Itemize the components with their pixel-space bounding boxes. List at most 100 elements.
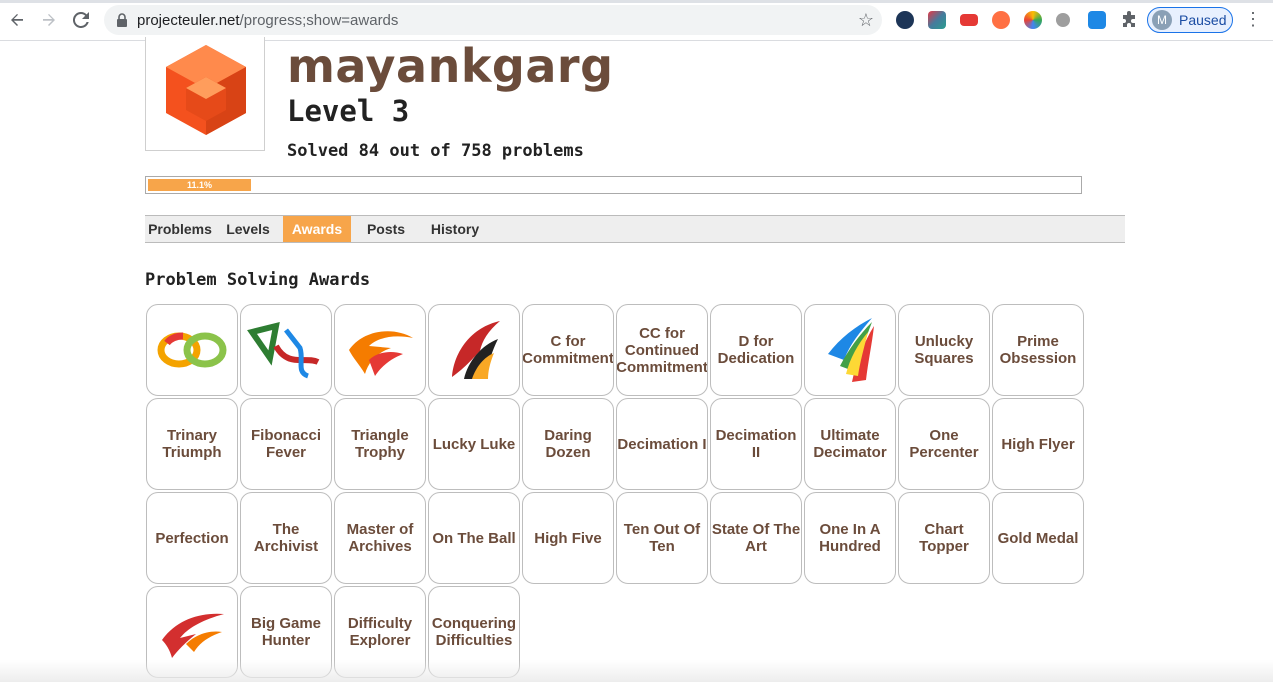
reload-icon: [73, 12, 89, 28]
award-label: High Five: [534, 529, 602, 547]
award-high-five[interactable]: High Five: [522, 492, 614, 584]
award-label: Daring Dozen: [544, 427, 592, 461]
award-label: Fibonacci Fever: [250, 427, 321, 461]
award-label: Big Game Hunter: [250, 615, 322, 649]
award-the-archivist[interactable]: The Archivist: [240, 492, 332, 584]
award-one-in-a-hundred[interactable]: One In A Hundred: [804, 492, 896, 584]
award-ultimate-decimator[interactable]: Ultimate Decimator: [804, 398, 896, 490]
username: mayankgarg: [287, 39, 614, 93]
lock-icon: [117, 13, 127, 27]
red-flame-swoosh-icon: [156, 604, 228, 660]
profile-button[interactable]: M Paused: [1147, 7, 1233, 33]
award-label: Triangle Trophy: [351, 427, 409, 461]
extension-blue-icon[interactable]: [1088, 11, 1106, 29]
award-gold-medal[interactable]: Gold Medal: [992, 492, 1084, 584]
award-label: D for Dedication: [717, 333, 795, 367]
award-high-flyer[interactable]: High Flyer: [992, 398, 1084, 490]
award-decimation-i[interactable]: Decimation I: [616, 398, 708, 490]
award-label: Chart Topper: [919, 521, 969, 555]
tab-levels[interactable]: Levels: [221, 216, 275, 242]
progress-bar: 11.1%: [145, 176, 1082, 194]
browser-menu-icon[interactable]: ⋮: [1244, 9, 1262, 30]
back-button[interactable]: [5, 8, 29, 32]
award-label: CC for Continued Commitment: [616, 324, 708, 376]
award-label: Trinary Triumph: [162, 427, 222, 461]
award-lucky-luke[interactable]: Lucky Luke: [428, 398, 520, 490]
award-label: One Percenter: [909, 427, 979, 461]
profile-status: Paused: [1179, 12, 1227, 28]
progress-percent: 11.1%: [186, 180, 213, 190]
extensions-puzzle-icon[interactable]: [1120, 11, 1138, 29]
extension-gray-icon[interactable]: [1056, 13, 1070, 27]
award-label: C for Commitment: [522, 333, 614, 367]
award-decimation-ii[interactable]: Decimation II: [710, 398, 802, 490]
ribbon-swirl-icon: [246, 318, 326, 382]
award-c-for-commitment[interactable]: C for Commitment: [522, 304, 614, 396]
award-chart-topper[interactable]: Chart Topper: [898, 492, 990, 584]
extension-drive-icon[interactable]: [1024, 11, 1042, 29]
tab-posts[interactable]: Posts: [359, 216, 413, 242]
award-label: State Of The Art: [711, 521, 801, 555]
award-one-percenter[interactable]: One Percenter: [898, 398, 990, 490]
level-label: Level 3: [287, 94, 410, 128]
award-label: Master of Archives: [346, 521, 414, 555]
extension-colorful-icon[interactable]: [928, 11, 946, 29]
award-label: On The Ball: [432, 529, 516, 547]
award-ten-out-of-ten[interactable]: Ten Out Of Ten: [616, 492, 708, 584]
award-trinary-triumph[interactable]: Trinary Triumph: [146, 398, 238, 490]
award-master-of-archives[interactable]: Master of Archives: [334, 492, 426, 584]
euler-cube-logo-icon: [166, 45, 246, 135]
award-label: The Archivist: [253, 521, 319, 555]
award-label: Unlucky Squares: [914, 333, 974, 367]
profile-tabs: Problems Levels Awards Posts History: [145, 215, 1125, 243]
red-orange-wing-icon: [442, 315, 506, 385]
tab-awards[interactable]: Awards: [283, 216, 351, 242]
profile-avatar: M: [1152, 10, 1172, 30]
tab-problems[interactable]: Problems: [145, 216, 215, 242]
award-state-of-the-art[interactable]: State Of The Art: [710, 492, 802, 584]
address-bar[interactable]: projecteuler.net/progress;show=awards ☆: [104, 5, 882, 35]
extension-youtube-icon[interactable]: [960, 14, 978, 26]
award-daring-dozen[interactable]: Daring Dozen: [522, 398, 614, 490]
orange-swoosh-icon: [343, 320, 417, 380]
browser-toolbar: projecteuler.net/progress;show=awards ☆ …: [0, 0, 1273, 41]
award-triangle-trophy[interactable]: Triangle Trophy: [334, 398, 426, 490]
extension-orange-icon[interactable]: [992, 11, 1010, 29]
award-label: Gold Medal: [997, 529, 1079, 547]
url-host: projecteuler.net: [137, 12, 240, 29]
award-cc-for-continued-commitment[interactable]: CC for Continued Commitment: [616, 304, 708, 396]
user-avatar: [145, 37, 265, 151]
award-label: Perfection: [155, 529, 229, 547]
forward-arrow-icon: [43, 14, 55, 26]
award-label: Lucky Luke: [432, 435, 516, 453]
tab-strip-edge: [0, 0, 1273, 3]
interlocking-rings-icon: [155, 325, 229, 375]
reload-button[interactable]: [69, 8, 93, 32]
award-badge-interlocking-rings[interactable]: [146, 304, 238, 396]
award-badge-orange-swoosh[interactable]: [334, 304, 426, 396]
bottom-fade: [0, 660, 1273, 682]
back-arrow-icon: [11, 14, 23, 26]
extension-check-icon[interactable]: [896, 11, 914, 29]
award-unlucky-squares[interactable]: Unlucky Squares: [898, 304, 990, 396]
award-label: One In A Hundred: [819, 521, 881, 555]
solved-count: Solved 84 out of 758 problems: [287, 141, 584, 161]
award-perfection[interactable]: Perfection: [146, 492, 238, 584]
bookmark-star-icon[interactable]: ☆: [858, 10, 874, 31]
forward-button[interactable]: [37, 8, 61, 32]
section-title: Problem Solving Awards: [145, 270, 371, 290]
award-label: Prime Obsession: [999, 333, 1077, 367]
award-label: Ultimate Decimator: [813, 427, 887, 461]
award-label: Conquering Difficulties: [431, 615, 517, 649]
award-badge-ribbon-swirl[interactable]: [240, 304, 332, 396]
award-badge-red-orange-wing[interactable]: [428, 304, 520, 396]
award-fibonacci-fever[interactable]: Fibonacci Fever: [240, 398, 332, 490]
rainbow-streaks-icon: [822, 314, 878, 386]
tab-history[interactable]: History: [425, 216, 485, 242]
award-label: Decimation I: [617, 435, 707, 453]
award-badge-rainbow-streaks[interactable]: [804, 304, 896, 396]
award-label: High Flyer: [1001, 435, 1075, 453]
award-on-the-ball[interactable]: On The Ball: [428, 492, 520, 584]
award-d-for-dedication[interactable]: D for Dedication: [710, 304, 802, 396]
award-prime-obsession[interactable]: Prime Obsession: [992, 304, 1084, 396]
